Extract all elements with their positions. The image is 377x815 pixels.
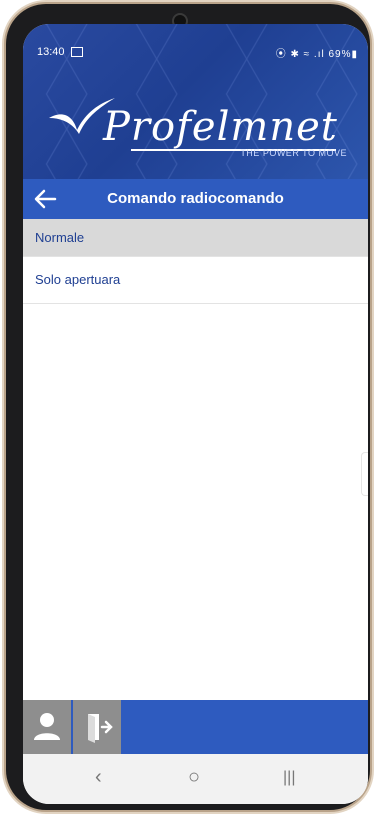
- edge-panel-handle[interactable]: [361, 452, 368, 496]
- page-title: Comando radiocomando: [107, 190, 284, 207]
- option-list: Normale Solo apertuara: [23, 219, 368, 304]
- status-bar: 13:40 ⦿ ✱ ≈ .ıl 69%▮: [23, 24, 368, 60]
- brand-tagline: THE POWER TO MOVE: [240, 148, 347, 158]
- header-banner: 13:40 ⦿ ✱ ≈ .ıl 69%▮ Profelmnet THE POWE…: [23, 24, 368, 179]
- list-item-normale[interactable]: Normale: [23, 219, 368, 257]
- nav-home-button[interactable]: ○: [188, 766, 200, 789]
- bottom-toolbar: [23, 700, 368, 754]
- user-button[interactable]: [23, 700, 71, 754]
- nav-back-button[interactable]: ‹: [95, 766, 102, 789]
- app-bar: Comando radiocomando: [23, 179, 368, 219]
- image-notification-icon: [71, 47, 83, 57]
- exit-button[interactable]: [73, 700, 121, 754]
- brand-logo: Profelmnet THE POWER TO MOVE: [41, 96, 361, 166]
- exit-icon: [88, 714, 113, 743]
- status-icons: ⦿ ✱ ≈ .ıl 69%▮: [275, 49, 358, 60]
- phone-frame: 13:40 ⦿ ✱ ≈ .ıl 69%▮ Profelmnet THE POWE…: [6, 4, 370, 810]
- list-item-solo-apertura[interactable]: Solo apertuara: [23, 257, 368, 304]
- user-icon: [34, 713, 60, 740]
- status-time: 13:40: [37, 46, 65, 58]
- nav-recents-button[interactable]: |||: [283, 769, 295, 787]
- system-nav-bar: ‹ ○ |||: [23, 754, 368, 804]
- screen: 13:40 ⦿ ✱ ≈ .ıl 69%▮ Profelmnet THE POWE…: [23, 24, 368, 804]
